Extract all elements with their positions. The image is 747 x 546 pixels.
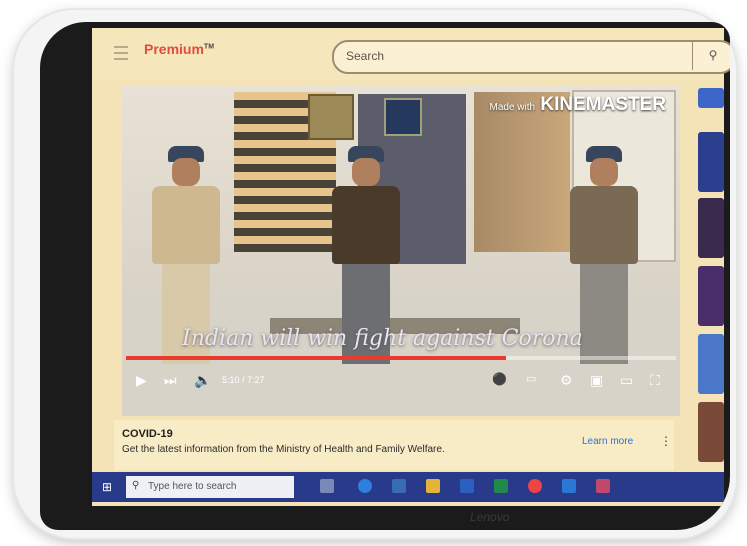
sidebar-thumbnail[interactable] xyxy=(698,88,724,108)
hamburger-menu-icon[interactable] xyxy=(114,46,128,60)
video-window xyxy=(474,92,570,252)
time-display: 5:10 / 7:27 xyxy=(222,375,265,385)
settings-gear-icon[interactable]: ⚙ xyxy=(560,372,573,389)
search-icon[interactable]: ⚲ xyxy=(692,40,730,70)
officer-uniform xyxy=(152,186,220,264)
banner-description: Get the latest information from the Mini… xyxy=(122,444,445,455)
officer-face xyxy=(352,158,380,186)
file-explorer-icon[interactable] xyxy=(426,479,440,493)
progress-fill xyxy=(126,356,506,360)
store-icon[interactable] xyxy=(392,479,406,493)
monitor-bezel: PremiumTM Search ⚲ Made with KINEMASTER … xyxy=(40,22,730,530)
taskbar-search-placeholder: Type here to search xyxy=(148,481,237,492)
volume-icon[interactable]: 🔈 xyxy=(194,372,211,389)
kinemaster-watermark: Made with KINEMASTER xyxy=(490,94,666,116)
logo-text: Premium xyxy=(144,41,204,57)
theater-icon[interactable]: ▭ xyxy=(620,372,633,389)
chrome-icon[interactable] xyxy=(528,479,542,493)
video-player[interactable]: Made with KINEMASTER Indian will win fig… xyxy=(122,86,680,416)
sidebar-thumbnail[interactable] xyxy=(698,132,724,192)
covid-info-banner: COVID-19 Get the latest information from… xyxy=(114,420,674,470)
fullscreen-icon[interactable]: ⛶ xyxy=(650,372,660,389)
emblem-center xyxy=(384,98,422,136)
play-icon[interactable]: ▶ xyxy=(136,372,147,389)
search-placeholder: Search xyxy=(346,49,385,63)
monitor-brand: Lenovo xyxy=(470,510,510,524)
banner-title: COVID-19 xyxy=(122,428,173,440)
player-controls: ▶ ⏭ 🔈 5:10 / 7:27 ⚫ ▭ ⚙ ▣ ▭ ⛶ xyxy=(122,362,680,402)
photos-icon[interactable] xyxy=(596,479,610,493)
subtitles-icon[interactable]: ▭ xyxy=(526,372,536,385)
autoplay-toggle[interactable]: ⚫ xyxy=(492,372,507,386)
watermark-brand: KINEMASTER xyxy=(540,94,666,115)
taskbar-search-input[interactable]: ⚲ Type here to search xyxy=(126,476,294,498)
youtube-premium-logo[interactable]: PremiumTM xyxy=(144,41,214,57)
logo-trademark: TM xyxy=(203,43,215,51)
learn-more-link[interactable]: Learn more xyxy=(582,436,633,447)
sidebar-thumbnail[interactable] xyxy=(698,402,724,462)
sidebar-thumbnail[interactable] xyxy=(698,334,724,394)
word-icon[interactable] xyxy=(460,479,474,493)
mail-icon[interactable] xyxy=(562,479,576,493)
miniplayer-icon[interactable]: ▣ xyxy=(590,372,603,389)
task-view-icon[interactable] xyxy=(320,479,334,493)
emblem-left xyxy=(308,94,354,140)
next-icon[interactable]: ⏭ xyxy=(164,372,177,389)
officer-face xyxy=(590,158,618,186)
officer-face xyxy=(172,158,200,186)
more-options-icon[interactable]: ⋮ xyxy=(660,434,672,448)
officer-uniform xyxy=(570,186,638,264)
edge-browser-icon[interactable] xyxy=(358,479,372,493)
watermark-prefix: Made with xyxy=(489,102,536,113)
windows-taskbar: ⊞ ⚲ Type here to search xyxy=(92,472,724,502)
windows-start-icon[interactable]: ⊞ xyxy=(102,480,112,494)
video-progress-bar[interactable] xyxy=(126,356,676,360)
monitor-screen: PremiumTM Search ⚲ Made with KINEMASTER … xyxy=(92,28,730,506)
youtube-header: PremiumTM Search ⚲ xyxy=(92,28,730,80)
recommendations-sidebar xyxy=(698,88,724,468)
search-input[interactable]: Search xyxy=(332,40,730,74)
sidebar-thumbnail[interactable] xyxy=(698,198,724,258)
video-caption: Indian will win fight against Corona xyxy=(182,326,583,351)
officer-uniform xyxy=(332,186,400,264)
excel-icon[interactable] xyxy=(494,479,508,493)
search-icon: ⚲ xyxy=(132,480,140,491)
sidebar-thumbnail[interactable] xyxy=(698,266,724,326)
